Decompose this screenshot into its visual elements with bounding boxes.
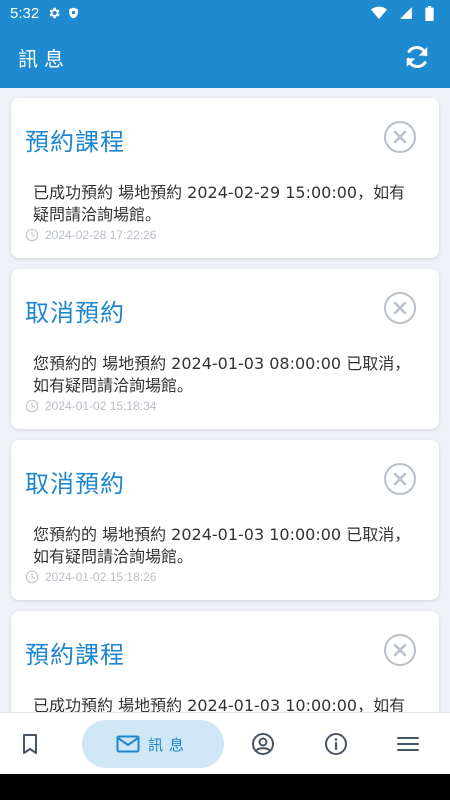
timestamp-text: 2024-02-28 17:22:26 bbox=[45, 228, 157, 242]
message-card[interactable]: 取消預約 您預約的 場地預約 2024-01-03 08:00:00 已取消，如… bbox=[11, 269, 439, 429]
menu-icon bbox=[397, 737, 419, 751]
battery-icon bbox=[425, 5, 434, 21]
shield-icon bbox=[67, 6, 80, 20]
timestamp-text: 2024-01-02 15:18:26 bbox=[45, 570, 157, 584]
message-title: 預約課程 bbox=[25, 128, 125, 156]
message-timestamp: 2024-01-02 15:18:26 bbox=[25, 570, 156, 584]
mail-icon bbox=[116, 735, 140, 753]
refresh-button[interactable] bbox=[402, 42, 432, 72]
bottom-nav: 訊息 bbox=[0, 712, 450, 774]
dismiss-button[interactable] bbox=[383, 462, 417, 496]
nav-info[interactable] bbox=[316, 713, 356, 775]
status-time: 5:32 bbox=[10, 4, 40, 22]
timestamp-text: 2024-01-02 15:18:34 bbox=[45, 399, 157, 413]
clock-icon bbox=[25, 399, 39, 413]
message-card[interactable]: 預約課程 已成功預約 場地預約 2024-01-03 10:00:00，如有疑問… bbox=[11, 611, 439, 712]
dismiss-button[interactable] bbox=[383, 291, 417, 325]
page-title: 訊息 bbox=[18, 46, 70, 71]
nav-account[interactable] bbox=[243, 713, 283, 775]
message-body: 您預約的 場地預約 2024-01-03 08:00:00 已取消，如有疑問請洽… bbox=[33, 354, 411, 395]
app-bar: 訊息 bbox=[0, 26, 450, 88]
message-card[interactable]: 預約課程 已成功預約 場地預約 2024-02-29 15:00:00，如有疑問… bbox=[11, 98, 439, 258]
message-body: 已成功預約 場地預約 2024-01-03 10:00:00，如有疑問請洽詢場館… bbox=[33, 696, 406, 712]
clock-icon bbox=[25, 228, 39, 242]
message-title: 預約課程 bbox=[25, 641, 125, 669]
message-title: 取消預約 bbox=[25, 299, 125, 327]
message-list[interactable]: 預約課程 已成功預約 場地預約 2024-02-29 15:00:00，如有疑問… bbox=[0, 88, 450, 712]
message-timestamp: 2024-02-28 17:22:26 bbox=[25, 228, 156, 242]
close-circle-icon bbox=[384, 121, 416, 153]
status-bar: 5:32 bbox=[0, 0, 450, 26]
nav-messages[interactable]: 訊息 bbox=[82, 720, 224, 768]
dismiss-button[interactable] bbox=[383, 633, 417, 667]
wifi-icon bbox=[371, 6, 387, 20]
info-icon bbox=[325, 733, 347, 755]
nav-bookmarks[interactable] bbox=[10, 713, 50, 775]
settings-icon bbox=[47, 6, 61, 20]
clock-icon bbox=[25, 570, 39, 584]
message-body: 已成功預約 場地預約 2024-02-29 15:00:00，如有疑問請洽詢場館… bbox=[33, 183, 406, 224]
message-timestamp: 2024-01-02 15:18:34 bbox=[25, 399, 156, 413]
close-circle-icon bbox=[384, 634, 416, 666]
message-card[interactable]: 取消預約 您預約的 場地預約 2024-01-03 10:00:00 已取消，如… bbox=[11, 440, 439, 600]
bookmark-icon bbox=[23, 734, 37, 754]
refresh-icon bbox=[406, 45, 428, 69]
message-title: 取消預約 bbox=[25, 470, 125, 498]
message-body: 您預約的 場地預約 2024-01-03 10:00:00 已取消，如有疑問請洽… bbox=[33, 525, 411, 566]
system-navigation-bar bbox=[0, 774, 450, 800]
dismiss-button[interactable] bbox=[383, 120, 417, 154]
account-icon bbox=[252, 733, 274, 755]
close-circle-icon bbox=[384, 292, 416, 324]
nav-menu[interactable] bbox=[388, 713, 428, 775]
nav-messages-label: 訊息 bbox=[147, 735, 190, 754]
signal-icon bbox=[399, 6, 413, 20]
close-circle-icon bbox=[384, 463, 416, 495]
